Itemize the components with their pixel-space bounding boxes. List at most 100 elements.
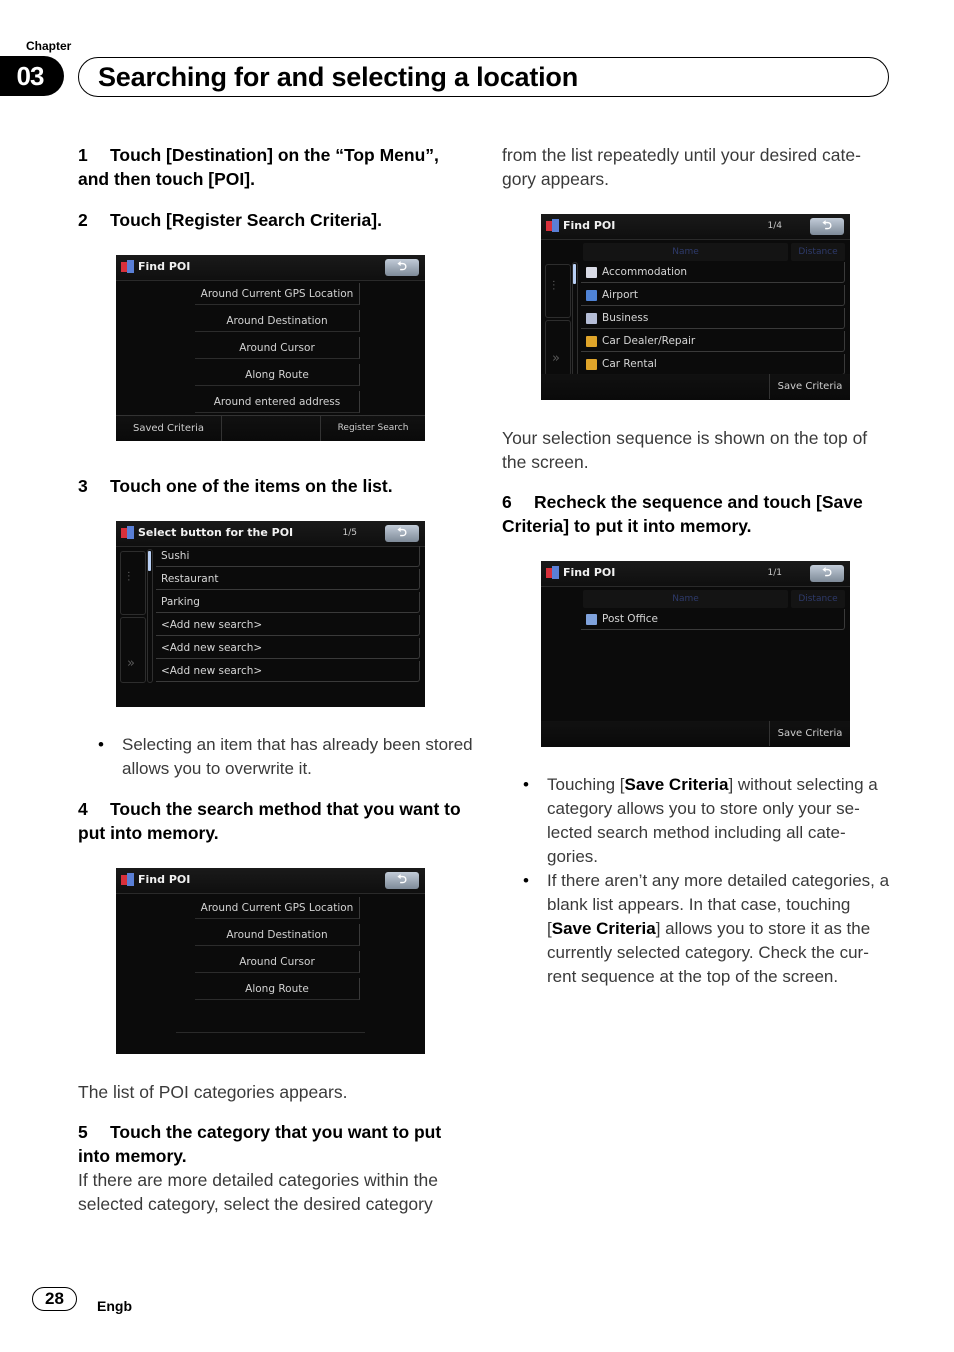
screen-header: Find POI ⮌ (116, 255, 425, 281)
category-label: Post Office (602, 612, 658, 625)
screen-bottom-bar: Saved Criteria Register Search Criteria (116, 415, 425, 441)
screen-title: Select button for the POI (138, 526, 294, 539)
list-item[interactable]: Sushi (156, 546, 420, 567)
poi-app-icon (121, 873, 134, 886)
step-text: Touch one of the items on the list. (110, 476, 393, 496)
category-label: Accommodation (602, 265, 688, 278)
step-text: Touch [Destination] on the “Top Menu”, a… (78, 145, 439, 189)
category-item[interactable]: Airport (581, 285, 845, 306)
poi-app-icon (546, 219, 559, 232)
note-text: Touching [ (547, 775, 625, 794)
step-4: 4 Touch the search method that you want t… (78, 797, 473, 845)
menu-button[interactable]: Along Route (195, 978, 360, 1000)
category-item[interactable]: Business (581, 308, 845, 329)
double-chevron-up-icon: ⫶ (552, 279, 556, 294)
screen-bottom-bar: Save Criteria (541, 721, 850, 747)
building-icon (586, 312, 597, 324)
scroll-down-button[interactable]: » (545, 320, 571, 376)
back-arrow-icon: ⮌ (397, 259, 407, 273)
screen-poi-categories: Find POI 1/4 ⮌ Name Distance ⫶ » Accommo… (541, 214, 850, 400)
bed-icon (586, 266, 597, 278)
step-number: 1 (78, 145, 88, 165)
step-text: Touch [Register Search Criteria]. (110, 210, 382, 230)
step-6: 6 Recheck the sequence and touch [Save Cr… (502, 490, 897, 538)
screen-bottom-bar: Save Criteria (541, 374, 850, 400)
step-5: 5 Touch the category that you want to put… (78, 1120, 473, 1168)
menu-button[interactable]: Around Destination (195, 924, 360, 946)
menu-button[interactable]: Around Current GPS Location (195, 283, 360, 305)
poi-app-icon (121, 260, 134, 273)
back-button[interactable]: ⮌ (385, 259, 419, 276)
category-item[interactable]: Accommodation (581, 262, 845, 283)
divider (176, 1032, 365, 1033)
category-label: Car Dealer/Repair (602, 334, 696, 347)
double-chevron-up-icon: ⫶ (127, 570, 131, 585)
step-1: 1 Touch [Destination] on the “Top Menu”, … (78, 143, 473, 191)
step-number: 6 (502, 492, 512, 512)
back-button[interactable]: ⮌ (810, 565, 844, 582)
screen-title: Find POI (563, 566, 616, 579)
screen-header: Select button for the POI 1/5 ⮌ (116, 521, 425, 547)
back-button[interactable]: ⮌ (810, 218, 844, 235)
scroll-up-button[interactable]: ⫶ (545, 264, 571, 318)
category-item[interactable]: Car Rental (581, 354, 845, 375)
back-button[interactable]: ⮌ (385, 525, 419, 542)
menu-button[interactable]: Around Cursor (195, 951, 360, 973)
menu-button[interactable]: Along Route (195, 364, 360, 386)
screen-header: Find POI 1/1 ⮌ (541, 561, 850, 587)
note-item: If there aren’t any more detailed catego… (523, 869, 893, 989)
airport-icon (586, 289, 597, 301)
step-number: 3 (78, 476, 88, 496)
menu-button[interactable]: Around Current GPS Location (195, 897, 360, 919)
chapter-title-box: Searching for and selecting a location (78, 57, 889, 97)
page-number: 28 (32, 1287, 77, 1311)
menu-button[interactable]: Around entered address (195, 391, 360, 413)
register-search-criteria-button[interactable]: Register Search Criteria (320, 416, 425, 441)
name-column-header[interactable]: Name (583, 590, 788, 608)
screen-title: Find POI (138, 260, 191, 273)
screen-header: Find POI 1/4 ⮌ (541, 214, 850, 240)
scrollbar-thumb[interactable] (573, 264, 576, 284)
screen-title: Find POI (138, 873, 191, 886)
page-indicator: 1/5 (342, 528, 357, 538)
page-indicator: 1/1 (767, 568, 782, 578)
paragraph: from the list repeatedly until your desi… (502, 145, 861, 189)
distance-column-header[interactable]: Distance (791, 243, 845, 261)
distance-column-header[interactable]: Distance (791, 590, 845, 608)
step-text: Touch the search method that you want to… (78, 799, 461, 843)
car-icon (586, 358, 597, 370)
step-text: Recheck the sequence and touch [Save Cri… (502, 492, 863, 536)
note-list: Selecting an item that has already been … (98, 733, 473, 781)
post-office-icon (586, 613, 597, 625)
scroll-up-button[interactable]: ⫶ (120, 551, 146, 615)
poi-app-icon (121, 526, 134, 539)
double-chevron-down-icon: » (552, 351, 560, 366)
step-text: Touch the category that you want to put … (78, 1122, 442, 1166)
list-item[interactable]: <Add new search> (156, 661, 420, 682)
category-item[interactable]: Car Dealer/Repair (581, 331, 845, 352)
scrollbar-thumb[interactable] (148, 551, 151, 571)
saved-criteria-button[interactable]: Saved Criteria (116, 416, 222, 441)
list-item[interactable]: Parking (156, 592, 420, 613)
menu-button[interactable]: Around Destination (195, 310, 360, 332)
save-criteria-button[interactable]: Save Criteria (769, 721, 850, 746)
step-number: 4 (78, 799, 88, 819)
step-number: 5 (78, 1122, 88, 1142)
category-item[interactable]: Post Office (581, 609, 845, 630)
step-3: 3 Touch one of the items on the list. (78, 474, 473, 498)
menu-button[interactable]: Around Cursor (195, 337, 360, 359)
paragraph: Your selection sequence is shown on the … (502, 428, 868, 472)
scroll-down-button[interactable]: » (120, 617, 146, 683)
car-icon (586, 335, 597, 347)
name-column-header[interactable]: Name (583, 243, 788, 261)
back-arrow-icon: ⮌ (397, 872, 407, 886)
screen-find-poi-method: Find POI ⮌ Around Current GPS Location A… (116, 868, 425, 1054)
chapter-label: Chapter (26, 39, 72, 53)
back-button[interactable]: ⮌ (385, 872, 419, 889)
list-item[interactable]: <Add new search> (156, 615, 420, 636)
save-criteria-button[interactable]: Save Criteria (769, 374, 850, 399)
list-item[interactable]: <Add new search> (156, 638, 420, 659)
category-label: Business (602, 311, 649, 324)
screen-find-poi-register: Find POI ⮌ Around Current GPS Location A… (116, 255, 425, 441)
list-item[interactable]: Restaurant (156, 569, 420, 590)
